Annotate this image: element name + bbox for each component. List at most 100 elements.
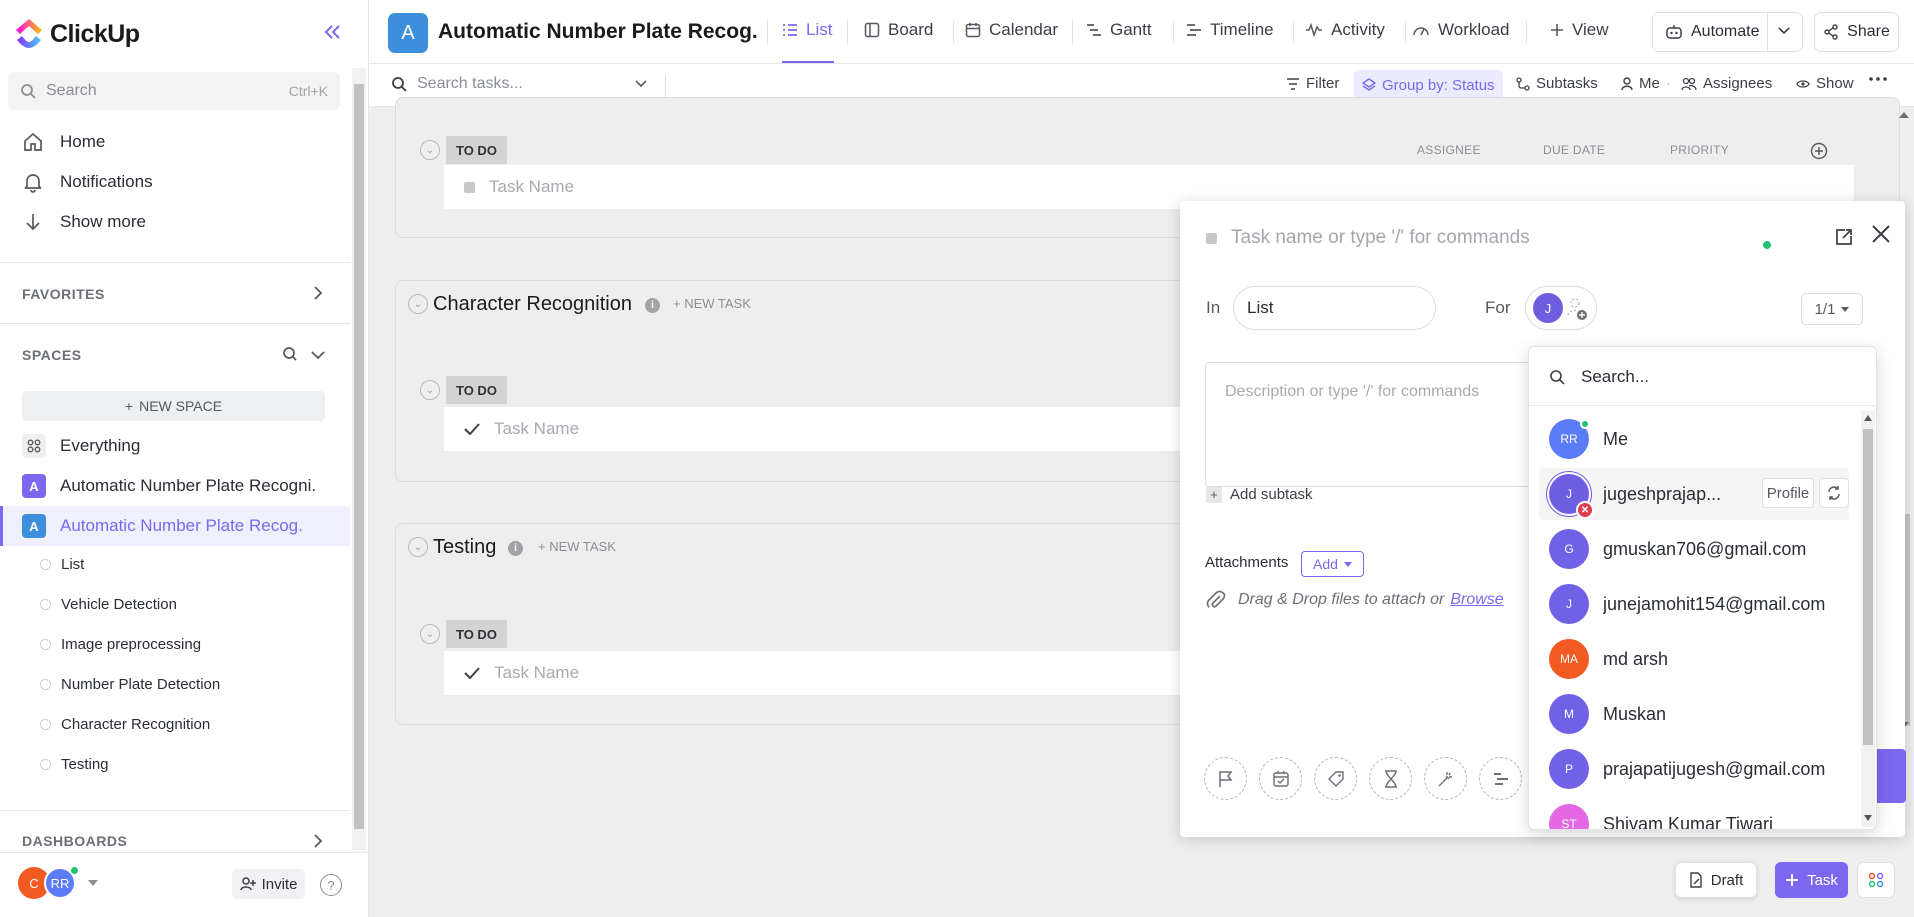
space-everything[interactable]: Everything: [0, 426, 350, 466]
group-title[interactable]: Testing: [433, 536, 496, 559]
assignee-option[interactable]: G gmuskan706@gmail.com: [1539, 523, 1849, 575]
flag-icon[interactable]: [1204, 757, 1247, 800]
gantt-bars-icon[interactable]: [1479, 757, 1522, 800]
description-input[interactable]: Description or type '/' for commands: [1205, 362, 1540, 487]
group-title[interactable]: Character Recognition: [433, 293, 632, 316]
sidebar-scrollbar[interactable]: [352, 68, 366, 850]
attachments-add-button[interactable]: Add: [1301, 551, 1364, 577]
assignee-option-me[interactable]: RR Me: [1539, 413, 1849, 465]
invite-button[interactable]: Invite: [232, 869, 305, 899]
tab-board[interactable]: Board: [864, 20, 933, 40]
status-badge[interactable]: TO DO: [446, 136, 507, 164]
collapse-group-icon[interactable]: ⌄: [420, 140, 440, 160]
calendar-check-icon[interactable]: [1259, 757, 1302, 800]
profile-button[interactable]: Profile: [1762, 478, 1814, 508]
remove-assignee-icon[interactable]: ✕: [1576, 501, 1594, 519]
nav-notifications[interactable]: Notifications: [22, 171, 153, 193]
group-by-button[interactable]: Group by: Status: [1354, 70, 1503, 100]
status-badge[interactable]: TO DO: [446, 620, 507, 648]
status-badge[interactable]: TO DO: [446, 376, 507, 404]
pager-button[interactable]: 1/1: [1801, 293, 1863, 325]
dropdown-scrollbar[interactable]: [1861, 411, 1875, 827]
browse-link[interactable]: Browse: [1450, 591, 1503, 609]
nav-show-more[interactable]: Show more: [22, 211, 146, 233]
task-search-input[interactable]: Search tasks...: [391, 75, 523, 93]
column-assignee[interactable]: ASSIGNEE: [1417, 143, 1481, 157]
add-column-icon[interactable]: [1810, 142, 1828, 160]
tab-gantt[interactable]: Gantt: [1086, 20, 1152, 40]
space-anpr-1[interactable]: A Automatic Number Plate Recogni.: [0, 466, 350, 506]
close-icon[interactable]: [1870, 223, 1892, 245]
list-item-image-preprocessing[interactable]: Image preprocessing: [40, 636, 201, 653]
filter-button[interactable]: Filter: [1286, 75, 1339, 92]
assignee-selector[interactable]: J: [1525, 286, 1597, 330]
dashboards-title[interactable]: DASHBOARDS: [22, 833, 127, 849]
column-priority[interactable]: PRIORITY: [1670, 143, 1729, 157]
new-task-button[interactable]: Task: [1775, 862, 1848, 898]
tab-timeline[interactable]: Timeline: [1186, 20, 1274, 40]
tab-list[interactable]: List: [782, 20, 832, 40]
assignee-option[interactable]: ST Shivam Kumar Tiwari: [1539, 798, 1849, 829]
apps-icon[interactable]: [1857, 862, 1895, 898]
collapse-status-icon[interactable]: ⌄: [420, 380, 440, 400]
column-due-date[interactable]: DUE DATE: [1543, 143, 1605, 157]
subtasks-button[interactable]: Subtasks: [1516, 75, 1598, 92]
collapse-status-icon[interactable]: ⌄: [420, 624, 440, 644]
list-item-testing[interactable]: Testing: [40, 756, 109, 773]
list-item-number-plate-detection[interactable]: Number Plate Detection: [40, 676, 220, 693]
hourglass-icon[interactable]: [1369, 757, 1412, 800]
tag-icon[interactable]: [1314, 757, 1357, 800]
chevron-right-icon[interactable]: [313, 285, 323, 301]
swap-icon[interactable]: [1819, 478, 1849, 508]
project-title[interactable]: Automatic Number Plate Recog.: [438, 20, 758, 44]
drafts-button[interactable]: Draft: [1675, 862, 1757, 898]
chevron-down-icon[interactable]: [310, 350, 326, 360]
new-task-button[interactable]: + NEW TASK: [538, 539, 616, 554]
collapse-group-icon[interactable]: ⌄: [408, 537, 428, 557]
project-avatar[interactable]: A: [388, 13, 428, 53]
list-item-list[interactable]: List: [40, 556, 84, 573]
magic-wand-icon[interactable]: [1424, 757, 1467, 800]
collapse-sidebar-icon[interactable]: [323, 24, 341, 40]
tab-calendar[interactable]: Calendar: [965, 20, 1058, 40]
task-title-input[interactable]: Task name or type '/' for commands: [1206, 227, 1530, 249]
chevron-down-icon[interactable]: [1777, 26, 1791, 36]
sidebar-search[interactable]: Search Ctrl+K: [8, 72, 340, 110]
info-icon[interactable]: i: [645, 298, 660, 313]
add-view-button[interactable]: View: [1550, 20, 1609, 40]
show-button[interactable]: Show: [1796, 75, 1854, 92]
collapse-group-icon[interactable]: ⌄: [408, 294, 428, 314]
chevron-right-icon[interactable]: [313, 833, 323, 849]
assignee-option[interactable]: J junejamohit154@gmail.com: [1539, 578, 1849, 630]
tab-workload[interactable]: Workload: [1412, 20, 1510, 40]
new-task-button[interactable]: + NEW TASK: [673, 296, 751, 311]
chevron-down-icon[interactable]: [634, 77, 648, 91]
more-icon[interactable]: [1869, 77, 1887, 81]
caret-down-icon[interactable]: [88, 880, 98, 886]
me-filter-button[interactable]: Me ·: [1621, 75, 1671, 92]
new-space-button[interactable]: + NEW SPACE: [22, 391, 325, 421]
nav-home[interactable]: Home: [22, 131, 105, 153]
expand-icon[interactable]: [1834, 227, 1854, 247]
clickup-logo[interactable]: ClickUp: [14, 18, 140, 50]
space-anpr-2[interactable]: A Automatic Number Plate Recog.: [0, 506, 350, 546]
assignee-option[interactable]: P prajapatijugesh@gmail.com: [1539, 743, 1849, 795]
assignees-button[interactable]: Assignees: [1681, 75, 1772, 92]
list-item-vehicle-detection[interactable]: Vehicle Detection: [40, 596, 177, 613]
assignee-search-input[interactable]: Search...: [1549, 367, 1649, 387]
assignee-option[interactable]: MA md arsh: [1539, 633, 1849, 685]
file-dropzone[interactable]: Drag & Drop files to attach or Browse: [1206, 590, 1504, 610]
assignee-option[interactable]: M Muskan: [1539, 688, 1849, 740]
assignee-option-selected[interactable]: J ✕ jugeshprajap... Profile: [1539, 468, 1849, 520]
list-item-character-recognition[interactable]: Character Recognition: [40, 716, 210, 733]
add-subtask-button[interactable]: + Add subtask: [1206, 486, 1313, 503]
search-spaces-icon[interactable]: [282, 346, 298, 362]
automate-button[interactable]: Automate: [1652, 12, 1803, 52]
list-selector[interactable]: List: [1233, 286, 1436, 330]
help-icon[interactable]: ?: [320, 874, 342, 896]
share-button[interactable]: Share: [1814, 12, 1899, 52]
tab-activity[interactable]: Activity: [1305, 20, 1385, 40]
create-task-button[interactable]: [1876, 749, 1906, 803]
info-icon[interactable]: i: [508, 541, 523, 556]
favorites-title[interactable]: FAVORITES: [22, 286, 105, 302]
